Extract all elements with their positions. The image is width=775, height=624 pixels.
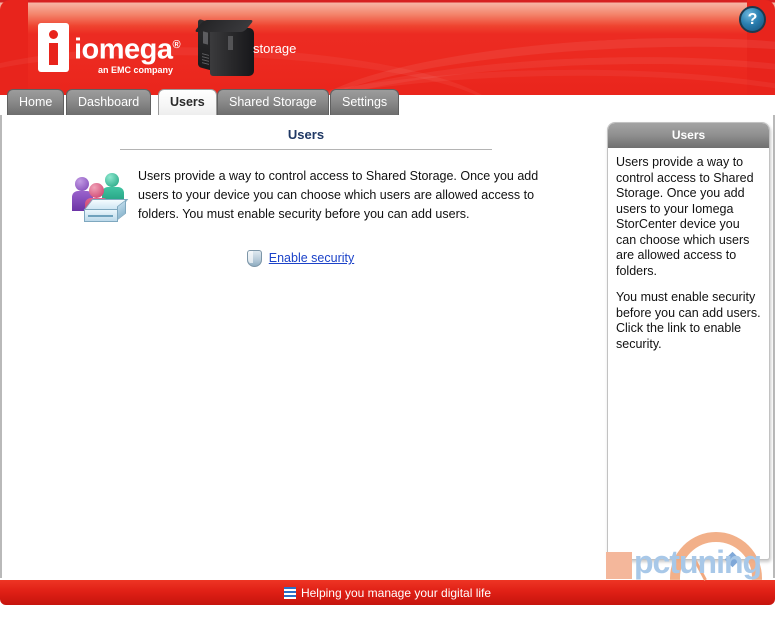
enable-security-row: Enable security	[2, 248, 599, 268]
content-area: Users Users provide a way to control acc…	[0, 115, 775, 580]
header-swoosh-decoration	[297, 23, 775, 95]
device-name-label: storage	[253, 41, 297, 56]
application-window: iomega® an EMC company storage ? Home Da…	[0, 0, 775, 605]
device-led-strip	[203, 31, 208, 45]
tab-dashboard[interactable]: Dashboard	[66, 89, 152, 115]
main-panel: Users Users provide a way to control acc…	[2, 115, 599, 580]
side-panel-title: Users	[608, 123, 769, 148]
brand-name-text: iomega	[74, 33, 173, 66]
users-group-icon	[72, 167, 130, 222]
enable-security-control[interactable]: Enable security	[246, 248, 354, 268]
info-side-panel: Users Users provide a way to control acc…	[607, 122, 770, 560]
header-corner-left	[0, 0, 28, 95]
footer-tagline: Helping you manage your digital life	[300, 586, 492, 600]
footer-content: Helping you manage your digital life	[0, 580, 775, 605]
app-header: iomega® an EMC company storage ?	[0, 0, 775, 95]
brand-tagline: an EMC company	[98, 65, 174, 75]
side-panel-paragraph: You must enable security before you can …	[616, 290, 761, 351]
shield-icon	[246, 250, 262, 267]
user-head-pink	[89, 183, 104, 198]
help-icon[interactable]: ?	[739, 6, 766, 33]
shield-highlight	[247, 251, 253, 263]
device-vents	[202, 53, 209, 66]
brand-registered-mark: ®	[172, 39, 181, 51]
enable-security-link[interactable]: Enable security	[269, 251, 354, 265]
drive-front-stripe	[88, 215, 113, 217]
header-swoosh-decoration	[237, 45, 775, 95]
tab-settings[interactable]: Settings	[330, 89, 400, 115]
tab-users[interactable]: Users	[158, 89, 217, 116]
tab-shared-storage[interactable]: Shared Storage	[217, 89, 329, 115]
iomega-stripes-icon	[283, 587, 296, 599]
iomega-logo[interactable]: iomega® an EMC company	[38, 20, 181, 78]
device-top-face	[193, 20, 255, 32]
nas-device-image	[193, 18, 258, 80]
main-tab-bar: Home Dashboard Users Shared Storage Sett…	[0, 89, 775, 116]
side-panel-body: Users provide a way to control access to…	[608, 148, 769, 352]
page-title: Users	[287, 127, 325, 142]
logo-dot	[49, 30, 58, 39]
user-head-green	[105, 173, 119, 187]
user-head-purple	[75, 177, 89, 191]
device-front-badge	[228, 36, 233, 50]
iomega-i-mark-icon	[38, 23, 69, 72]
users-description-text: Users provide a way to control access to…	[138, 169, 539, 221]
app-footer: Helping you manage your digital life	[0, 580, 775, 605]
title-divider	[120, 149, 492, 150]
tab-home[interactable]: Home	[7, 89, 65, 115]
brand-wordmark: iomega®	[74, 30, 181, 66]
side-panel-paragraph: Users provide a way to control access to…	[616, 155, 754, 278]
logo-stem	[49, 43, 58, 65]
